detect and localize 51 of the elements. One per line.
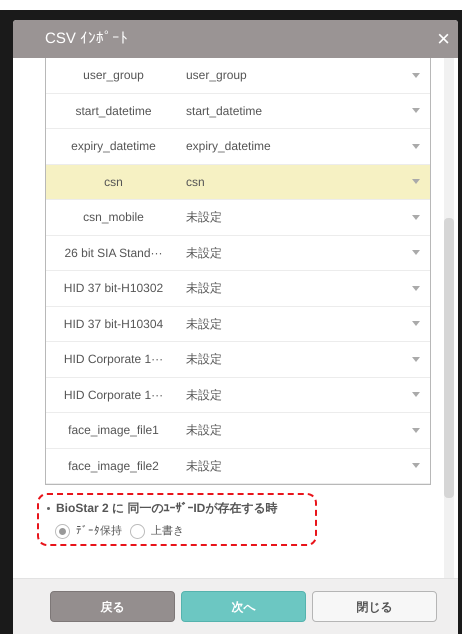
mapping-row[interactable]: 26 bit SIA Stand··· 未設定: [46, 236, 430, 271]
dropdown-arrow-icon: [412, 72, 420, 78]
footer-button[interactable]: 閉じる: [312, 591, 437, 622]
dropdown-arrow-icon: [412, 250, 420, 256]
dropdown-arrow-icon: [412, 144, 420, 149]
radio-option[interactable]: ﾃﾞｰﾀ保持: [55, 523, 122, 540]
field-name: start_datetime: [74, 102, 153, 120]
radio-button[interactable]: [55, 524, 70, 539]
option-label: BioStar 2 に 同一のﾕｰｻﾞｰIDが存在する時: [56, 500, 278, 517]
mapping-row[interactable]: HID 37 bit-H10304 未設定: [46, 306, 430, 342]
field-name: expiry_datetime: [70, 138, 157, 156]
column-select[interactable]: 未設定: [181, 456, 430, 475]
dropdown-arrow-icon: [412, 428, 420, 433]
field-name: 26 bit SIA Stand···: [63, 244, 164, 262]
column-select[interactable]: 未設定: [181, 350, 430, 368]
column-select[interactable]: expiry_datetime: [181, 137, 430, 156]
radio-option[interactable]: 上書き: [130, 523, 184, 540]
field-name: csn: [103, 174, 124, 191]
mapping-row[interactable]: start_datetime start_datetime: [46, 94, 430, 129]
column-select[interactable]: 未設定: [181, 314, 430, 333]
mapping-row[interactable]: HID Corporate 1··· 未設定: [46, 378, 430, 413]
field-name: HID Corporate 1···: [62, 386, 164, 404]
column-select[interactable]: csn: [181, 172, 430, 191]
field-name: HID 37 bit-H10302: [62, 280, 164, 298]
column-select[interactable]: 未設定: [181, 244, 430, 262]
column-select[interactable]: user_group: [181, 66, 430, 84]
dropdown-arrow-icon: [412, 392, 420, 398]
field-name: csn_mobile: [82, 209, 145, 226]
dropdown-arrow-icon: [412, 463, 420, 468]
field-name: HID 37 bit-H10304: [62, 316, 164, 333]
bullet-icon: [47, 506, 50, 510]
dropdown-arrow-icon: [412, 321, 420, 326]
dropdown-arrow-icon: [412, 108, 420, 114]
field-name: face_image_file2: [67, 458, 160, 475]
column-select[interactable]: 未設定: [181, 421, 430, 440]
field-name: HID Corporate 1···: [62, 351, 164, 368]
field-name: face_image_file1: [67, 422, 160, 440]
radio-button[interactable]: [130, 524, 145, 539]
column-select[interactable]: 未設定: [181, 386, 430, 404]
dropdown-arrow-icon: [412, 356, 420, 362]
mapping-row[interactable]: csn csn: [46, 164, 430, 200]
column-select[interactable]: start_datetime: [181, 102, 430, 120]
column-select[interactable]: 未設定: [181, 208, 430, 226]
dropdown-arrow-icon: [412, 286, 420, 291]
column-select[interactable]: 未設定: [181, 279, 430, 298]
dropdown-arrow-icon: [412, 214, 420, 220]
dropdown-arrow-icon: [412, 179, 420, 184]
scrollbar[interactable]: [444, 58, 454, 578]
mapping-row[interactable]: face_image_file2 未設定: [46, 448, 430, 484]
dialog-title: CSV ｲﾝﾎﾟｰﾄ: [45, 28, 128, 49]
field-name: user_group: [82, 67, 145, 84]
